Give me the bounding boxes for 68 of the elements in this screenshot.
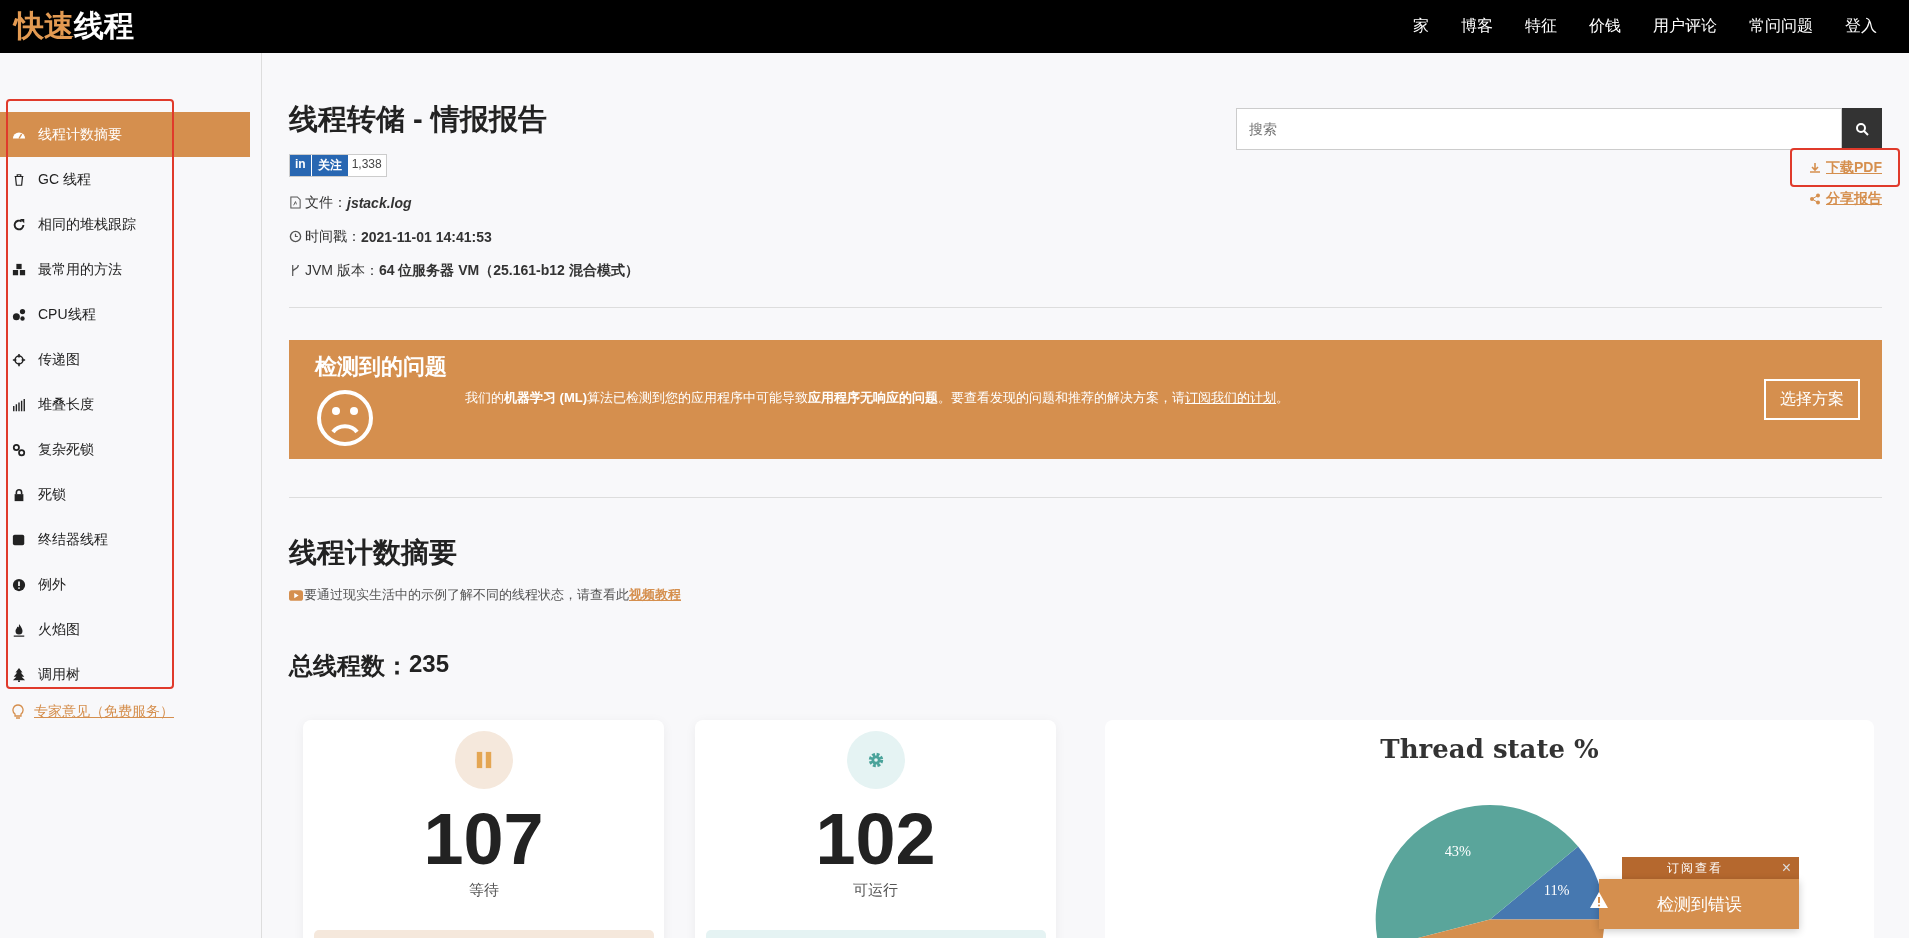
search-field[interactable]: 搜索 [1236,108,1842,150]
meta-label: 时间戳： [305,227,361,246]
meta-value: jstack.log [347,194,412,211]
nav-link[interactable]: 用户评论 [1653,16,1717,37]
sidebar-item[interactable]: 相同的堆栈跟踪 [0,202,250,247]
tree-icon [12,667,26,682]
branch-icon [289,264,302,277]
sidebar-item[interactable]: 死锁 [0,472,250,517]
search-button[interactable] [1842,108,1882,150]
chart-title: Thread state % [1380,734,1599,764]
sidebar-item[interactable]: 最常用的方法 [0,247,250,292]
crosshair-icon [12,352,26,367]
slice-label: 43% [1444,843,1471,860]
nav-link[interactable]: 博客 [1461,16,1493,37]
cubes-icon [12,262,26,277]
section-title: 线程计数摘要 [289,536,458,570]
thread-state-label: 等待 [468,881,499,900]
exclaim-icon [12,577,26,592]
banner-title: 检测到的问题 [315,352,447,381]
sidebar-item[interactable]: 堆叠长度 [0,382,250,427]
nav-link[interactable]: 常问问题 [1749,16,1813,37]
trash-icon [12,172,26,187]
video-icon [289,589,303,601]
gears-icon [12,307,26,322]
thread-count: 102 [815,803,936,875]
linkedin-follow-button[interactable]: in 关注 1,338 [289,154,387,177]
lock-icon [12,487,26,502]
sidebar-item[interactable]: GC 线程 [0,157,250,202]
nav-link[interactable]: 特征 [1525,16,1557,37]
total-threads-value: 235 [409,650,450,679]
banner-message: 我们的机器学习 (ML)算法已检测到您的应用程序中可能导致应用程序无响应的问题。要查看发现的问题和推荐的解决方案，请订阅我们的计划。 [465,388,1291,407]
meta-value: 64 位服务器 VM（25.161-b12 混合模式） [378,261,639,280]
clock-icon [289,230,302,243]
popup-title: 订阅查看 [1667,859,1723,877]
file-icon [289,196,302,209]
link-icon [12,442,26,457]
download-icon [1809,162,1821,174]
thread-count: 107 [423,803,544,875]
report-title: 线程转储 - 情报报告 [289,102,548,137]
meta-value: 2021-11-01 14:41:53 [361,228,492,245]
sidebar-item[interactable]: 复杂死锁 [0,427,250,472]
sad-face-icon [315,387,375,448]
bars-icon [12,397,26,412]
sidebar-item[interactable]: 传递图 [0,337,250,382]
meta-label: 文件： [305,193,347,210]
sidebar-item[interactable]: CPU线程 [0,292,250,337]
nav-link[interactable]: 登入 [1845,16,1877,37]
sidebar-item[interactable]: 例外 [0,562,250,607]
logo-text[interactable]: 快速线程 [14,6,134,47]
warning-icon [1589,891,1609,909]
lightbulb-icon [12,704,24,720]
sidebar-item[interactable]: 终结器线程 [0,517,250,562]
nav-link[interactable]: 家 [1413,16,1429,37]
nav-link[interactable]: 价钱 [1589,16,1621,37]
sidebar-item[interactable]: 调用树 [0,652,250,697]
slice-label: 11% [1543,882,1570,899]
thread-state-label: 可运行 [853,881,898,900]
square-icon [12,532,26,547]
pause-icon [474,751,493,769]
refresh-icon [12,217,26,232]
total-threads-label: 总线程数： [289,651,409,681]
video-tutorial-hint: 要通过现实生活中的示例了解不同的线程状态，请查看此视频教程 [289,586,1882,604]
search-icon [1855,122,1869,136]
meta-label: JVM 版本： [305,261,379,280]
gear-icon [866,751,885,769]
flame-icon [12,622,26,637]
share-icon [1809,193,1821,205]
sidebar-item[interactable]: 火焰图 [0,607,250,652]
